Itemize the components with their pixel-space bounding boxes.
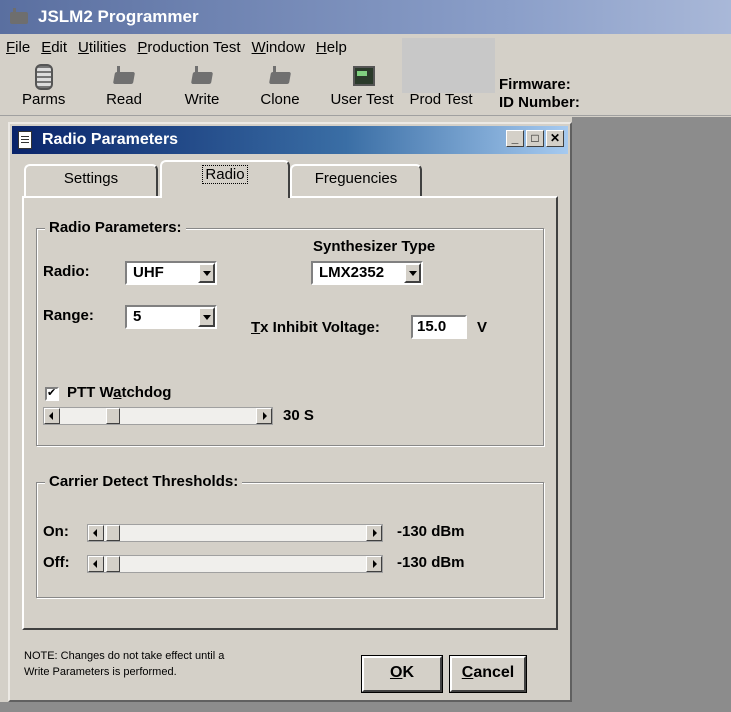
- read-button[interactable]: Read: [100, 64, 148, 108]
- tx-inhibit-voltage-input[interactable]: 15.0: [411, 315, 467, 339]
- tx-inhibit-voltage-label: Tx Inhibit Voltage:: [251, 319, 380, 336]
- on-threshold-slider[interactable]: [87, 524, 383, 542]
- ptt-watchdog-label: PTT Watchdog: [67, 384, 172, 401]
- parms-button[interactable]: Parms: [22, 64, 65, 108]
- document-icon: [18, 131, 32, 149]
- user-test-button[interactable]: User Test: [324, 64, 400, 108]
- carrier-detect-group-label: Carrier Detect Thresholds:: [45, 473, 243, 490]
- radio-read-icon: [112, 64, 136, 88]
- menu-production-test[interactable]: Production Test: [137, 39, 240, 56]
- on-threshold-label: On:: [43, 523, 69, 540]
- radio-label: Radio:: [43, 263, 90, 280]
- toolbar: Parms Read Write Clone User Test Prod Te…: [0, 60, 731, 116]
- chevron-down-icon[interactable]: [198, 263, 215, 283]
- clone-button[interactable]: Clone: [256, 64, 304, 108]
- desktop-area-bottom: [0, 702, 572, 712]
- tab-frequencies[interactable]: Freguencies: [290, 164, 422, 196]
- blank-area: [402, 38, 495, 93]
- ptt-watchdog-slider[interactable]: [43, 407, 273, 425]
- radio-parameters-group-label: Radio Parameters:: [45, 219, 186, 236]
- app-title-bar: JSLM2 Programmer: [0, 0, 731, 34]
- scroll-left-icon[interactable]: [88, 525, 104, 541]
- synthesizer-type-label: Synthesizer Type: [313, 238, 436, 255]
- window-controls: _ □ ✕: [506, 130, 564, 147]
- firmware-label: Firmware:: [499, 76, 571, 93]
- slider-thumb[interactable]: [106, 556, 120, 572]
- off-threshold-value: -130 dBm: [397, 554, 465, 571]
- ptt-watchdog-checkbox[interactable]: [45, 386, 59, 401]
- write-button[interactable]: Write: [178, 64, 226, 108]
- desktop-area: [572, 117, 731, 712]
- minimize-button[interactable]: _: [506, 130, 524, 147]
- dialog-title: Radio Parameters: [42, 131, 179, 148]
- radio-clone-icon: [268, 64, 292, 88]
- radio-write-icon: [190, 64, 214, 88]
- tab-panel-radio: Radio Parameters: Radio: UHF Range: 5 Sy…: [22, 196, 558, 630]
- cancel-button[interactable]: Cancel: [449, 655, 527, 693]
- menu-window[interactable]: Window: [252, 39, 305, 56]
- user-test-icon: [350, 64, 375, 88]
- chevron-down-icon[interactable]: [404, 263, 421, 283]
- ok-button[interactable]: OK: [361, 655, 443, 693]
- menu-help[interactable]: Help: [316, 39, 347, 56]
- prod-test-button[interactable]: Prod Test: [403, 91, 479, 108]
- dialog-title-bar[interactable]: Radio Parameters _ □ ✕: [12, 126, 568, 154]
- radio-select[interactable]: UHF: [125, 261, 217, 285]
- carrier-detect-group: Carrier Detect Thresholds: On: -130 dBm …: [36, 473, 544, 598]
- range-select[interactable]: 5: [125, 305, 217, 329]
- off-threshold-label: Off:: [43, 554, 70, 571]
- range-label: Range:: [43, 307, 94, 324]
- scroll-right-icon[interactable]: [366, 556, 382, 572]
- synthesizer-type-select[interactable]: LMX2352: [311, 261, 423, 285]
- app-title: JSLM2 Programmer: [38, 7, 199, 26]
- device-info: Firmware: ID Number:: [499, 76, 580, 112]
- radio-parameters-group: Radio Parameters: Radio: UHF Range: 5 Sy…: [36, 219, 544, 446]
- menu-edit[interactable]: Edit: [41, 39, 67, 56]
- menu-bar: File Edit Utilities Production Test Wind…: [0, 34, 731, 60]
- note-text: NOTE: Changes do not take effect until a…: [24, 650, 225, 678]
- scroll-left-icon[interactable]: [88, 556, 104, 572]
- maximize-button[interactable]: □: [526, 130, 544, 147]
- tx-voltage-unit: V: [477, 319, 488, 336]
- off-threshold-slider[interactable]: [87, 555, 383, 573]
- scroll-right-icon[interactable]: [366, 525, 382, 541]
- scroll-right-icon[interactable]: [256, 408, 272, 424]
- id-number-label: ID Number:: [499, 94, 580, 111]
- on-threshold-value: -130 dBm: [397, 523, 465, 540]
- menu-file[interactable]: File: [6, 39, 30, 56]
- menu-utilities[interactable]: Utilities: [78, 39, 126, 56]
- radio-app-icon: [8, 8, 30, 26]
- scroll-left-icon[interactable]: [44, 408, 60, 424]
- ptt-watchdog-value: 30 S: [283, 407, 314, 424]
- slider-thumb[interactable]: [106, 525, 120, 541]
- chevron-down-icon[interactable]: [198, 307, 215, 327]
- radio-parameters-dialog: Radio Parameters _ □ ✕ Settings Freguenc…: [8, 122, 572, 702]
- close-button[interactable]: ✕: [546, 130, 564, 147]
- parms-icon: [30, 64, 54, 90]
- tab-radio[interactable]: Radio: [160, 160, 290, 198]
- tab-settings[interactable]: Settings: [24, 164, 158, 196]
- slider-thumb[interactable]: [106, 408, 120, 424]
